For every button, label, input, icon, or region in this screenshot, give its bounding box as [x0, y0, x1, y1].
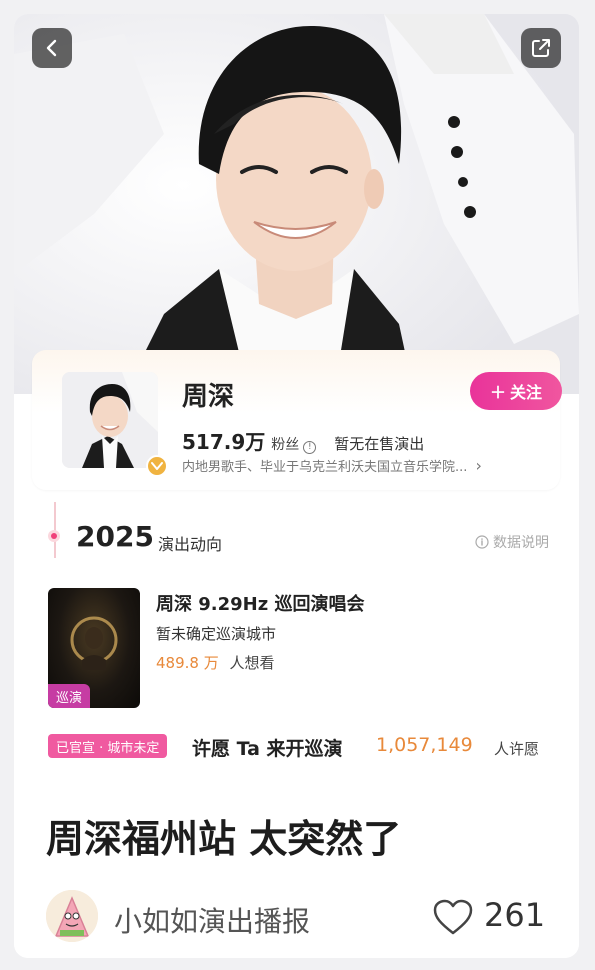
status-tag: 已官宣 · 城市未定: [48, 734, 168, 758]
back-button[interactable]: [32, 28, 72, 68]
verified-badge-icon: [146, 455, 168, 477]
heart-outline-icon[interactable]: [432, 898, 474, 936]
wish-label: 人许愿: [494, 740, 540, 758]
author-avatar-image: [46, 890, 98, 942]
sale-status: 暂无在售演出: [334, 435, 425, 453]
artist-avatar[interactable]: [62, 372, 158, 468]
plus-icon: ＋: [489, 383, 506, 402]
fans-label: 粉丝: [271, 437, 300, 453]
wish-count: 1,057,149: [376, 734, 473, 756]
follow-button-label: 关注: [510, 383, 543, 402]
post-footer: 周深福州站 太突然了 小如如演出播报 261: [14, 766, 579, 958]
artist-info-panel[interactable]: 周深 ＋ 关注 517.9万 粉丝 ! 暂无在售演出 内地男歌手、毕业于乌克兰利…: [32, 350, 562, 490]
follow-button[interactable]: ＋ 关注: [470, 372, 562, 410]
show-card[interactable]: 巡演 周深 9.29Hz 巡回演唱会 暂未确定巡演城市 489.8 万 人想看 …: [32, 570, 560, 768]
post-title[interactable]: 周深福州站 太突然了: [46, 808, 401, 863]
artist-avatar-image: [62, 372, 158, 468]
artist-bio[interactable]: 内地男歌手、毕业于乌克兰利沃夫国立音乐学院... ›: [182, 456, 562, 475]
want-count: 489.8 万: [156, 654, 219, 672]
artist-name: 周深: [182, 382, 235, 412]
artist-bio-text: 内地男歌手、毕业于乌克兰利沃夫国立音乐学院...: [182, 460, 468, 475]
data-note-label: 数据说明: [493, 535, 549, 551]
want-to-see-row: 489.8 万 人想看: [156, 652, 275, 673]
artist-hero-photo: [14, 14, 579, 394]
want-label: 人想看: [229, 654, 275, 672]
show-city: 暂未确定巡演城市: [156, 625, 277, 643]
post-card[interactable]: 周深 ＋ 关注 517.9万 粉丝 ! 暂无在售演出 内地男歌手、毕业于乌克兰利…: [14, 14, 579, 958]
timeline-subtitle: 演出动向: [158, 535, 223, 554]
timeline-year: 2025: [76, 520, 154, 553]
fans-count: 517.9万: [182, 430, 266, 454]
tour-tag: 巡演: [48, 684, 91, 708]
data-note-link[interactable]: 数据说明: [475, 532, 549, 552]
info-icon: [475, 535, 489, 549]
chevron-right-icon: ›: [475, 456, 482, 475]
artist-stats: 517.9万 粉丝 ! 暂无在售演出: [182, 426, 424, 455]
info-icon[interactable]: !: [303, 441, 317, 454]
wish-button[interactable]: 许愿 Ta 来开巡演: [192, 734, 343, 761]
artist-portrait-illustration: [14, 14, 579, 394]
show-title[interactable]: 周深 9.29Hz 巡回演唱会: [156, 590, 365, 616]
share-icon: [532, 39, 550, 57]
chevron-left-icon: [46, 39, 57, 57]
share-button[interactable]: [521, 28, 561, 68]
author-name[interactable]: 小如如演出播报: [114, 900, 310, 940]
like-count: 261: [484, 896, 546, 934]
author-avatar[interactable]: [46, 890, 98, 942]
timeline-dot: [48, 530, 60, 542]
